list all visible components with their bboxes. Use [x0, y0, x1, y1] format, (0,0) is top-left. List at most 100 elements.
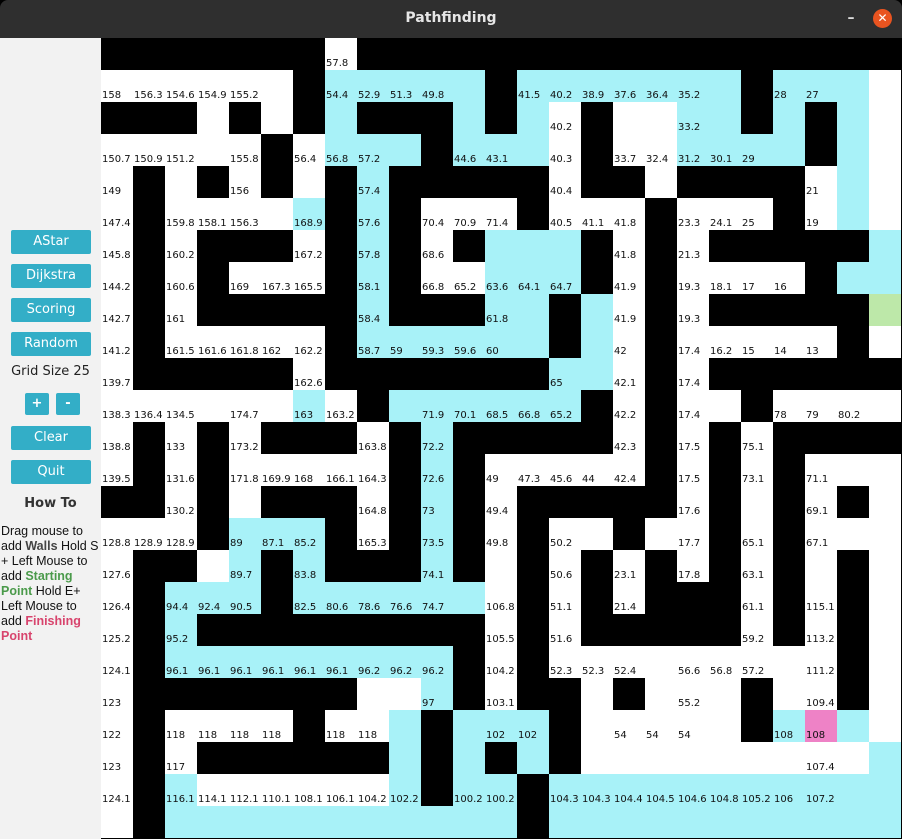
open-cell[interactable] — [645, 102, 677, 134]
open-cell[interactable]: 57.2 — [741, 646, 773, 678]
path-cell[interactable]: 78.6 — [357, 582, 389, 614]
path-cell[interactable] — [709, 102, 741, 134]
path-cell[interactable]: 65.2 — [549, 390, 581, 422]
open-cell[interactable] — [645, 646, 677, 678]
path-cell[interactable] — [837, 262, 869, 294]
open-cell[interactable]: 56.4 — [293, 134, 325, 166]
path-cell[interactable]: 52.9 — [357, 70, 389, 102]
path-cell[interactable] — [293, 806, 325, 838]
open-cell[interactable]: 113.2 — [805, 614, 837, 646]
path-cell[interactable]: 63.6 — [485, 262, 517, 294]
open-cell[interactable] — [293, 166, 325, 198]
open-cell[interactable]: 68.6 — [421, 230, 453, 262]
open-cell[interactable]: 158 — [101, 70, 133, 102]
open-cell[interactable]: 161.5 — [165, 326, 197, 358]
path-cell[interactable] — [453, 582, 485, 614]
path-cell[interactable]: 96.2 — [389, 646, 421, 678]
path-cell[interactable]: 36.4 — [645, 70, 677, 102]
path-cell[interactable]: 29 — [741, 134, 773, 166]
open-cell[interactable]: 24.1 — [709, 198, 741, 230]
open-cell[interactable]: 168 — [293, 454, 325, 486]
open-cell[interactable]: 161.8 — [229, 326, 261, 358]
open-cell[interactable]: 136.4 — [133, 390, 165, 422]
path-cell[interactable]: 66.8 — [517, 390, 549, 422]
path-cell[interactable]: 92.4 — [197, 582, 229, 614]
path-cell[interactable] — [837, 102, 869, 134]
path-cell[interactable] — [549, 806, 581, 838]
open-cell[interactable] — [581, 710, 613, 742]
path-cell[interactable]: 73 — [421, 486, 453, 518]
path-cell[interactable] — [549, 230, 581, 262]
open-cell[interactable]: 71.4 — [485, 198, 517, 230]
path-cell[interactable] — [709, 806, 741, 838]
path-cell[interactable]: 96.2 — [421, 646, 453, 678]
path-cell[interactable]: 90.5 — [229, 582, 261, 614]
open-cell[interactable] — [869, 582, 901, 614]
open-cell[interactable] — [741, 742, 773, 774]
open-cell[interactable]: 145.8 — [101, 230, 133, 262]
open-cell[interactable] — [613, 102, 645, 134]
path-cell[interactable]: 102 — [517, 710, 549, 742]
open-cell[interactable]: 118 — [229, 710, 261, 742]
open-cell[interactable] — [869, 646, 901, 678]
path-cell[interactable]: 104.3 — [549, 774, 581, 806]
path-cell[interactable] — [837, 806, 869, 838]
open-cell[interactable]: 128.9 — [133, 518, 165, 550]
open-cell[interactable]: 162 — [261, 326, 293, 358]
path-cell[interactable]: 71.9 — [421, 390, 453, 422]
path-cell[interactable]: 76.6 — [389, 582, 421, 614]
path-cell[interactable] — [837, 198, 869, 230]
open-cell[interactable] — [709, 390, 741, 422]
path-cell[interactable]: 72.2 — [421, 422, 453, 454]
path-cell[interactable]: 96.1 — [229, 646, 261, 678]
open-cell[interactable] — [389, 678, 421, 710]
open-cell[interactable]: 52.3 — [581, 646, 613, 678]
path-cell[interactable] — [645, 806, 677, 838]
path-cell[interactable]: 100.2 — [453, 774, 485, 806]
quit-button[interactable]: Quit — [11, 460, 91, 484]
path-cell[interactable]: 54.4 — [325, 70, 357, 102]
open-cell[interactable]: 112.1 — [229, 774, 261, 806]
open-cell[interactable] — [165, 166, 197, 198]
open-cell[interactable] — [869, 390, 901, 422]
open-cell[interactable] — [869, 710, 901, 742]
path-cell[interactable]: 57.8 — [357, 230, 389, 262]
path-cell[interactable]: 74.7 — [421, 582, 453, 614]
astar-button[interactable]: AStar — [11, 230, 91, 254]
path-cell[interactable] — [453, 742, 485, 774]
path-cell[interactable] — [389, 742, 421, 774]
open-cell[interactable]: 17.7 — [677, 518, 709, 550]
path-cell[interactable] — [389, 806, 421, 838]
path-cell[interactable]: 65 — [549, 358, 581, 390]
open-cell[interactable]: 32.4 — [645, 134, 677, 166]
path-cell[interactable] — [837, 710, 869, 742]
path-cell[interactable] — [517, 742, 549, 774]
open-cell[interactable]: 56.6 — [677, 646, 709, 678]
open-cell[interactable]: 45.6 — [549, 454, 581, 486]
open-cell[interactable]: 23.1 — [613, 550, 645, 582]
path-cell[interactable]: 28 — [773, 70, 805, 102]
open-cell[interactable]: 155.2 — [229, 70, 261, 102]
open-cell[interactable] — [869, 198, 901, 230]
path-cell[interactable]: 61.8 — [485, 294, 517, 326]
open-cell[interactable]: 49.8 — [485, 518, 517, 550]
path-cell[interactable]: 95.2 — [165, 614, 197, 646]
open-cell[interactable]: 65.1 — [741, 518, 773, 550]
path-cell[interactable]: 57.6 — [357, 198, 389, 230]
minimize-button[interactable]: – — [841, 8, 861, 28]
open-cell[interactable]: 165.5 — [293, 262, 325, 294]
open-cell[interactable]: 118 — [357, 710, 389, 742]
open-cell[interactable] — [197, 390, 229, 422]
open-cell[interactable] — [645, 166, 677, 198]
clear-button[interactable]: Clear — [11, 426, 91, 450]
open-cell[interactable]: 19 — [805, 198, 837, 230]
path-cell[interactable] — [869, 774, 901, 806]
open-cell[interactable]: 49.4 — [485, 486, 517, 518]
path-cell[interactable] — [773, 134, 805, 166]
open-cell[interactable]: 139.5 — [101, 454, 133, 486]
path-cell[interactable] — [165, 806, 197, 838]
path-cell[interactable]: 64.7 — [549, 262, 581, 294]
open-cell[interactable]: 21.4 — [613, 582, 645, 614]
path-cell[interactable] — [453, 710, 485, 742]
path-cell[interactable]: 41.5 — [517, 70, 549, 102]
